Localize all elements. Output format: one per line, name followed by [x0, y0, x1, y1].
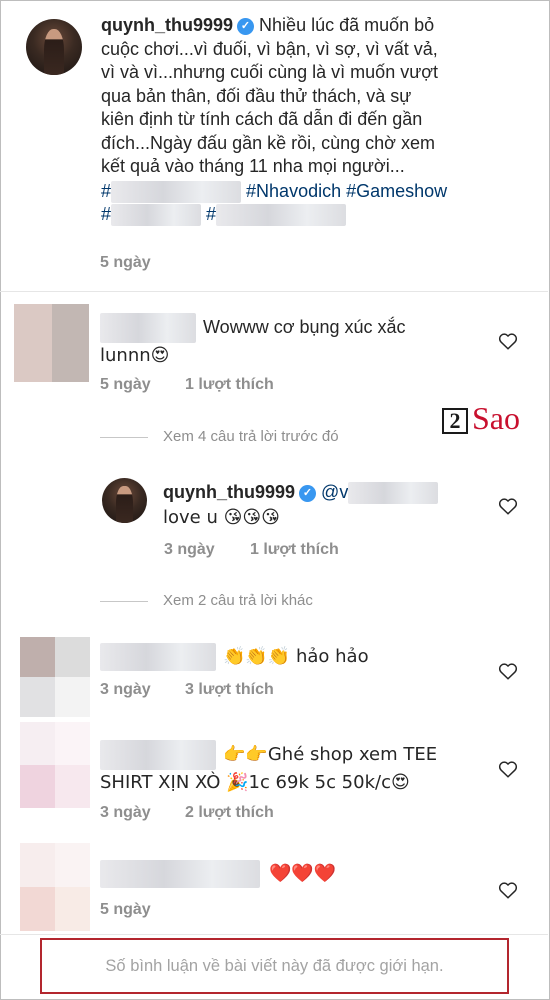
comment-time: 3 ngày	[100, 681, 151, 698]
reply-text: quynh_thu9999 ✓ @v love u 😘😘😘	[163, 480, 493, 530]
view-more-replies-link[interactable]: Xem 2 câu trả lời khác	[163, 592, 313, 609]
comment-likes[interactable]: 1 lượt thích	[185, 376, 274, 394]
reply-time: 3 ngày	[164, 541, 215, 558]
blurred-username	[100, 860, 260, 888]
caption-line: qua bản thân, đối đầu thử thách, và sự	[101, 85, 412, 106]
comments-limited-notice: Số bình luận về bài viết này đã được giớ…	[40, 938, 509, 994]
commenter-avatar-blurred[interactable]	[20, 843, 90, 931]
blurred-username	[100, 643, 216, 671]
heart-outline-icon[interactable]	[498, 497, 518, 515]
caption-line: cuộc chơi...vì đuối, vì bận, vì sợ, vì v…	[101, 38, 438, 59]
blurred-mention	[348, 482, 439, 505]
comment-text: Wowww cơ bụng xúc xắc lunnn😍	[100, 313, 490, 368]
verified-badge-icon: ✓	[299, 485, 317, 502]
blurred-hashtag	[216, 204, 347, 227]
bottom-divider	[0, 934, 548, 935]
caption-divider	[0, 291, 548, 292]
comment-time: 5 ngày	[100, 376, 151, 393]
post-caption: quynh_thu9999 ✓ Nhiều lúc đã muốn bỏ cuộc…	[101, 14, 541, 227]
commenter-avatar-blurred[interactable]	[14, 304, 89, 382]
hashtag-link[interactable]: #	[206, 204, 216, 224]
comment-text: 👏👏👏 hảo hảo	[100, 643, 490, 671]
blurred-hashtag	[111, 180, 242, 203]
heart-outline-icon[interactable]	[498, 760, 518, 778]
blurred-username	[100, 740, 216, 770]
post-time: 5 ngày	[100, 254, 151, 271]
hashtag-link[interactable]: #Nhavodich	[246, 181, 341, 201]
reply-likes[interactable]: 1 lượt thích	[250, 541, 339, 559]
watermark-logo: 2 Sao	[442, 400, 532, 440]
comment-text: ❤️❤️❤️	[100, 860, 490, 888]
watermark-word: Sao	[472, 400, 520, 436]
reply-author-avatar[interactable]	[102, 478, 147, 523]
reply-mention[interactable]: @v	[321, 482, 348, 502]
reply-author-username[interactable]: quynh_thu9999	[163, 482, 295, 502]
commenter-avatar-blurred[interactable]	[20, 722, 90, 808]
post-author-username[interactable]: quynh_thu9999	[101, 15, 233, 35]
heart-outline-icon[interactable]	[498, 332, 518, 350]
caption-line: kiên định từ tính cách đã dẫn đi đến gần	[101, 109, 423, 129]
comments-limited-text: Số bình luận về bài viết này đã được giớ…	[105, 956, 444, 975]
caption-line: đích...Ngày đấu gần kề rồi, cùng chờ xem	[101, 132, 435, 153]
comment-time: 5 ngày	[100, 901, 151, 918]
reply-thread-line	[100, 437, 148, 438]
heart-outline-icon[interactable]	[498, 881, 518, 899]
commenter-avatar-blurred[interactable]	[20, 637, 90, 717]
heart-outline-icon[interactable]	[498, 662, 518, 680]
hashtag-link[interactable]: #Gameshow	[346, 181, 447, 201]
view-previous-replies-link[interactable]: Xem 4 câu trả lời trước đó	[163, 428, 339, 445]
comment-likes[interactable]: 3 lượt thích	[185, 681, 274, 699]
comment-likes[interactable]: 2 lượt thích	[185, 804, 274, 822]
blurred-hashtag	[111, 204, 202, 227]
blurred-username	[100, 313, 196, 343]
watermark-digit: 2	[442, 408, 468, 434]
verified-badge-icon: ✓	[237, 18, 255, 35]
reply-thread-line	[100, 601, 148, 602]
comment-time: 3 ngày	[100, 804, 151, 821]
hashtag-link[interactable]: #	[101, 181, 111, 201]
caption-line: vì và vì...nhưng cuối cùng là vì muốn vư…	[101, 62, 439, 82]
post-author-avatar[interactable]	[26, 19, 82, 75]
comment-text: 👉👉Ghé shop xem TEE SHIRT XỊN XÒ 🎉1c 69k …	[100, 740, 490, 795]
hashtag-link[interactable]: #	[101, 204, 111, 224]
caption-line: kết quả vào tháng 11 nha mọi người...	[101, 156, 405, 176]
caption-line: Nhiều lúc đã muốn bỏ	[259, 15, 435, 35]
